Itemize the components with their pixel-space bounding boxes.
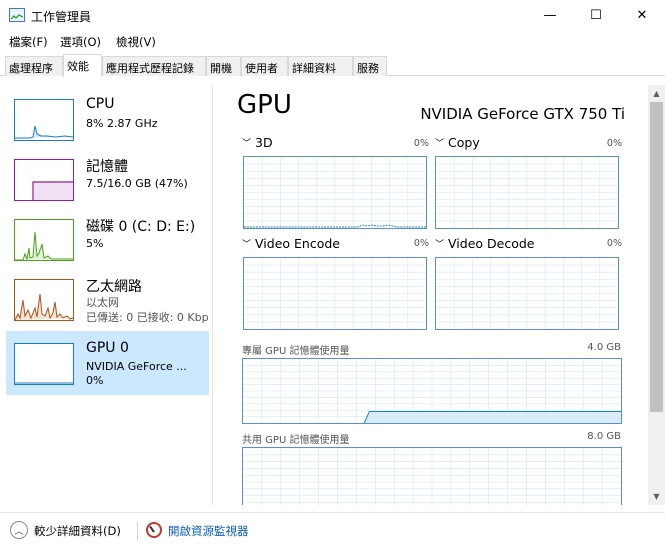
engine-pct-video-decode: 0% xyxy=(606,238,622,249)
maximize-button[interactable]: ☐ xyxy=(573,0,619,31)
menu-view[interactable]: 檢視(V) xyxy=(116,34,156,50)
scroll-up-icon[interactable]: ▲ xyxy=(648,85,665,102)
shared-memory-label: 共用 GPU 記憶體使用量 xyxy=(242,435,350,446)
graph-dedicated-memory xyxy=(242,358,622,424)
sidebar-item-gpu[interactable]: GPU 0 NVIDIA GeForce ... 0% xyxy=(6,331,209,395)
memory-thumbnail-graph xyxy=(14,159,74,201)
engine-label-copy: Copy xyxy=(448,135,480,150)
tab-details[interactable]: 詳細資料 xyxy=(288,56,353,76)
cpu-thumbnail-graph xyxy=(14,99,74,141)
tab-app-history[interactable]: 應用程式歷程記錄 xyxy=(102,56,206,76)
graph-copy xyxy=(435,156,619,229)
engine-selector-video-decode[interactable]: ﹀ Video Decode xyxy=(435,236,534,251)
graph-grid xyxy=(243,448,621,505)
sidebar-item-ethernet[interactable]: 乙太網路 以太网 已傳送: 0 已接收: 0 Kbp xyxy=(6,267,209,327)
engine-pct-copy: 0% xyxy=(606,138,622,149)
ethernet-label: 乙太網路 xyxy=(86,279,142,295)
close-button[interactable]: ✕ xyxy=(619,0,665,31)
ethernet-adapter: 以太网 xyxy=(86,296,119,309)
engine-selector-3d[interactable]: ﹀ 3D xyxy=(242,135,273,150)
resource-list: CPU 8% 2.87 GHz 記憶體 7.5/16.0 GB (47%) 磁碟… xyxy=(0,85,213,505)
cpu-label: CPU xyxy=(86,96,115,112)
graph-grid xyxy=(436,157,618,228)
task-manager-icon xyxy=(9,8,25,22)
gpu-thumbnail-graph xyxy=(14,343,74,385)
dedicated-memory-max: 4.0 GB xyxy=(587,342,621,353)
graph-shared-memory xyxy=(242,447,622,505)
graph-3d xyxy=(243,156,427,229)
engine-pct-video-encode: 0% xyxy=(413,238,429,249)
tab-services[interactable]: 服務 xyxy=(353,56,387,76)
engine-pct-3d: 0% xyxy=(413,138,429,149)
sidebar-item-disk[interactable]: 磁碟 0 (C: D: E:) 5% xyxy=(6,207,209,267)
dedicated-memory-fill xyxy=(364,411,621,423)
open-resource-monitor-link[interactable]: 開啟資源監視器 xyxy=(168,523,249,539)
tab-users[interactable]: 使用者 xyxy=(241,56,288,76)
menu-file[interactable]: 檔案(F) xyxy=(9,34,48,50)
ethernet-thumbnail-graph xyxy=(14,279,74,321)
graph-grid xyxy=(436,258,618,329)
resource-monitor-icon[interactable] xyxy=(146,522,162,538)
tab-startup[interactable]: 開機 xyxy=(206,56,241,76)
disk-detail: 5% xyxy=(86,237,104,250)
cpu-detail: 8% 2.87 GHz xyxy=(86,117,158,130)
chevron-down-icon: ﹀ xyxy=(242,240,252,250)
scroll-down-icon[interactable]: ▼ xyxy=(648,488,665,505)
ethernet-throughput: 已傳送: 0 已接收: 0 Kbp xyxy=(86,311,209,324)
sidebar-item-memory[interactable]: 記憶體 7.5/16.0 GB (47%) xyxy=(6,147,209,207)
disk-thumbnail-graph xyxy=(14,219,74,261)
gpu-usage: 0% xyxy=(86,374,104,387)
memory-label: 記憶體 xyxy=(86,159,128,175)
graph-video-encode xyxy=(243,257,427,330)
engine-label-video-encode: Video Encode xyxy=(255,236,340,251)
tab-processes[interactable]: 處理程序 xyxy=(5,56,63,76)
engine-label-3d: 3D xyxy=(255,135,273,150)
chevron-down-icon: ﹀ xyxy=(435,240,445,250)
chevron-up-icon[interactable]: ︿ xyxy=(10,521,28,539)
chevron-down-icon: ﹀ xyxy=(435,139,445,149)
scroll-thumb[interactable] xyxy=(650,102,663,412)
menu-options[interactable]: 選項(O) xyxy=(60,34,101,50)
shared-memory-max: 8.0 GB xyxy=(587,431,621,442)
engine-selector-video-encode[interactable]: ﹀ Video Encode xyxy=(242,236,340,251)
gpu-model-short: NVIDIA GeForce ... xyxy=(86,360,187,373)
memory-detail: 7.5/16.0 GB (47%) xyxy=(86,177,188,190)
menu-bar: 檔案(F) 選項(O) 檢視(V) xyxy=(0,31,665,51)
minimize-button[interactable]: — xyxy=(527,0,573,31)
page-title: GPU xyxy=(237,90,292,120)
title-bar: 工作管理員 — ☐ ✕ xyxy=(0,0,665,31)
graph-video-decode xyxy=(435,257,619,330)
gpu-model-name: NVIDIA GeForce GTX 750 Ti xyxy=(420,105,625,123)
close-icon: ✕ xyxy=(636,8,648,23)
tab-strip: 處理程序 效能 應用程式歷程記錄 開機 使用者 詳細資料 服務 xyxy=(0,54,665,77)
tab-performance[interactable]: 效能 xyxy=(63,54,102,77)
dedicated-memory-label: 專屬 GPU 記憶體使用量 xyxy=(242,346,350,357)
vertical-scrollbar[interactable]: ▲ ▼ xyxy=(648,85,665,505)
gpu-label: GPU 0 xyxy=(86,340,129,356)
sidebar-item-cpu[interactable]: CPU 8% 2.87 GHz xyxy=(6,87,209,147)
fewer-details-button[interactable]: 較少詳細資料(D) xyxy=(34,523,121,539)
window-title: 工作管理員 xyxy=(31,10,92,24)
chevron-down-icon: ﹀ xyxy=(242,139,252,149)
disk-label: 磁碟 0 (C: D: E:) xyxy=(86,219,196,235)
graph-grid xyxy=(244,258,426,329)
engine-selector-copy[interactable]: ﹀ Copy xyxy=(435,135,480,150)
minimize-icon: — xyxy=(543,8,557,23)
maximize-icon: ☐ xyxy=(590,8,602,23)
footer-divider xyxy=(137,522,138,540)
footer-bar: ︿ 較少詳細資料(D) 開啟資源監視器 xyxy=(0,512,665,554)
engine-label-video-decode: Video Decode xyxy=(448,236,535,251)
gpu-details-pane: GPU NVIDIA GeForce GTX 750 Ti ﹀ 3D 0% ﹀ Co… xyxy=(237,85,629,505)
graph-grid xyxy=(244,157,426,228)
